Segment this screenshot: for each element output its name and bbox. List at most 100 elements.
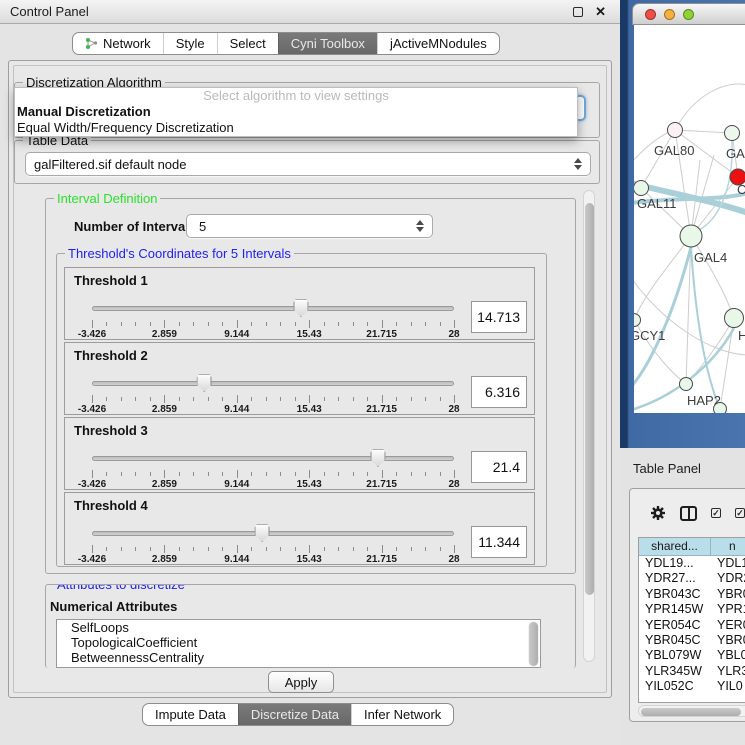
list-scrollbar[interactable] bbox=[528, 621, 539, 667]
tab-network[interactable]: Network bbox=[73, 33, 163, 54]
table-horizontal-scrollbar[interactable] bbox=[638, 705, 745, 717]
network-window-titlebar[interactable] bbox=[632, 3, 745, 25]
table-row[interactable]: YIL052CYIL0 bbox=[639, 679, 745, 694]
tick-mark bbox=[150, 547, 151, 551]
popup-placeholder-item[interactable]: Select algorithm to view settings bbox=[15, 88, 577, 104]
minimize-traffic-light[interactable] bbox=[664, 9, 675, 20]
threshold-slider[interactable]: -3.4262.8599.14415.4321.71528 bbox=[92, 373, 454, 415]
network-node-gal4[interactable] bbox=[680, 225, 702, 247]
tick-mark bbox=[135, 397, 136, 401]
slider-track[interactable] bbox=[92, 306, 454, 311]
apply-button[interactable]: Apply bbox=[268, 671, 334, 693]
network-node-hap2[interactable] bbox=[680, 378, 693, 391]
zoom-traffic-light[interactable] bbox=[683, 9, 694, 20]
attribute-list-item[interactable]: SelfLoops bbox=[57, 620, 540, 635]
scrollbar-thumb[interactable] bbox=[641, 708, 741, 716]
threshold-slider[interactable]: -3.4262.8599.14415.4321.71528 bbox=[92, 448, 454, 490]
tick-label: 15.43 bbox=[297, 479, 322, 490]
tick-mark bbox=[367, 397, 368, 401]
tick-mark bbox=[251, 472, 252, 476]
table-row[interactable]: YDR27...YDR2 bbox=[639, 571, 745, 586]
network-node-gal80[interactable] bbox=[668, 123, 683, 138]
tick-mark bbox=[309, 545, 310, 553]
gear-icon[interactable] bbox=[650, 505, 666, 521]
float-window-icon[interactable] bbox=[573, 7, 583, 17]
slider-thumb[interactable] bbox=[197, 374, 212, 392]
slider-thumb[interactable] bbox=[255, 524, 270, 542]
close-icon[interactable]: ✕ bbox=[595, 4, 606, 20]
slider-track[interactable] bbox=[92, 381, 454, 386]
network-window-frame[interactable]: GAL80GACGAL11GAL4GCY1HHAP2 bbox=[620, 0, 745, 448]
table-row[interactable]: YDL19...YDL1 bbox=[639, 556, 745, 571]
network-node-gcy1[interactable] bbox=[634, 314, 641, 327]
close-traffic-light[interactable] bbox=[645, 9, 656, 20]
table-row[interactable]: YLR345WYLR3 bbox=[639, 664, 745, 679]
slider-thumb[interactable] bbox=[370, 449, 385, 467]
tick-label: 28 bbox=[448, 404, 459, 415]
slider-track[interactable] bbox=[92, 456, 454, 461]
table-row[interactable]: YER054CYER0 bbox=[639, 618, 745, 633]
table-row[interactable]: YPR145WYPR1 bbox=[639, 602, 745, 617]
tab-label: Network bbox=[103, 33, 151, 54]
tick-label: 28 bbox=[448, 554, 459, 565]
table-row[interactable]: YBR045CYBR0 bbox=[639, 633, 745, 648]
tick-label: -3.426 bbox=[78, 329, 106, 340]
tick-mark bbox=[150, 397, 151, 401]
tick-mark bbox=[179, 397, 180, 401]
tab-jactivemnodules[interactable]: jActiveMNodules bbox=[377, 33, 499, 54]
checkbox-icon[interactable]: ✓ bbox=[711, 508, 721, 518]
tick-mark bbox=[179, 322, 180, 326]
threshold-value-field[interactable]: 11.344 bbox=[471, 526, 527, 558]
threshold-slider[interactable]: -3.4262.8599.14415.4321.71528 bbox=[92, 523, 454, 565]
tick-mark bbox=[367, 472, 368, 476]
tick-mark bbox=[92, 320, 93, 328]
node-label: C bbox=[737, 182, 745, 197]
table-toolbar: ✓ ✓ bbox=[636, 495, 745, 531]
tick-mark bbox=[237, 320, 238, 328]
tick-label: 9.144 bbox=[224, 479, 249, 490]
table-row[interactable]: YBL079WYBL0 bbox=[639, 648, 745, 663]
slider-thumb[interactable] bbox=[293, 299, 308, 317]
network-node-ga[interactable] bbox=[725, 126, 740, 141]
column-header-name[interactable]: n bbox=[711, 538, 745, 556]
tick-mark bbox=[382, 545, 383, 553]
tick-mark bbox=[367, 547, 368, 551]
numerical-attributes-list[interactable]: SelfLoopsTopologicalCoefficientBetweenne… bbox=[56, 619, 541, 668]
checkbox-icon[interactable]: ✓ bbox=[735, 508, 745, 518]
attribute-list-item[interactable]: TopologicalCoefficient bbox=[57, 635, 540, 650]
tab-discretize-data[interactable]: Discretize Data bbox=[238, 704, 351, 725]
tick-label: 21.715 bbox=[366, 479, 397, 490]
scrollbar-thumb[interactable] bbox=[529, 622, 538, 666]
table-data-combobox[interactable]: galFiltered.sif default node bbox=[25, 152, 591, 176]
threshold-value-field[interactable]: 21.4 bbox=[471, 451, 527, 483]
slider-ticks bbox=[92, 470, 454, 478]
network-node-h[interactable] bbox=[725, 309, 744, 328]
tick-mark bbox=[396, 397, 397, 401]
threshold-value-field[interactable]: 6.316 bbox=[471, 376, 527, 408]
network-node-gal11[interactable] bbox=[634, 181, 649, 196]
tab-impute-data[interactable]: Impute Data bbox=[143, 704, 238, 725]
tab-infer-network[interactable]: Infer Network bbox=[351, 704, 453, 725]
popup-option-equal-width[interactable]: Equal Width/Frequency Discretization bbox=[15, 120, 577, 136]
network-view[interactable]: GAL80GACGAL11GAL4GCY1HHAP2 bbox=[634, 25, 745, 413]
tick-mark bbox=[251, 547, 252, 551]
scrollbar-thumb[interactable] bbox=[585, 203, 594, 595]
tick-mark bbox=[222, 472, 223, 476]
slider-track[interactable] bbox=[92, 531, 454, 536]
control-panel: Control Panel ✕ Network Style Select Cyn… bbox=[0, 0, 620, 745]
threshold-value-field[interactable]: 14.713 bbox=[471, 301, 527, 333]
tab-select[interactable]: Select bbox=[217, 33, 278, 54]
tab-style[interactable]: Style bbox=[163, 33, 217, 54]
number-of-intervals-combobox[interactable]: 5 bbox=[186, 214, 433, 238]
table-row[interactable]: YBR043CYBR0 bbox=[639, 587, 745, 602]
split-columns-icon[interactable] bbox=[680, 506, 697, 521]
tick-mark bbox=[411, 322, 412, 326]
column-header-shared[interactable]: shared... bbox=[639, 538, 711, 556]
tick-mark bbox=[193, 397, 194, 401]
attribute-list-item[interactable]: BetweennessCentrality bbox=[57, 650, 540, 665]
threshold-slider[interactable]: -3.4262.8599.14415.4321.71528 bbox=[92, 298, 454, 340]
popup-option-manual-discretization[interactable]: Manual Discretization bbox=[15, 104, 577, 120]
tab-cyni-toolbox[interactable]: Cyni Toolbox bbox=[278, 33, 377, 54]
network-node[interactable] bbox=[714, 403, 727, 414]
panel-vertical-scrollbar[interactable] bbox=[583, 190, 595, 662]
